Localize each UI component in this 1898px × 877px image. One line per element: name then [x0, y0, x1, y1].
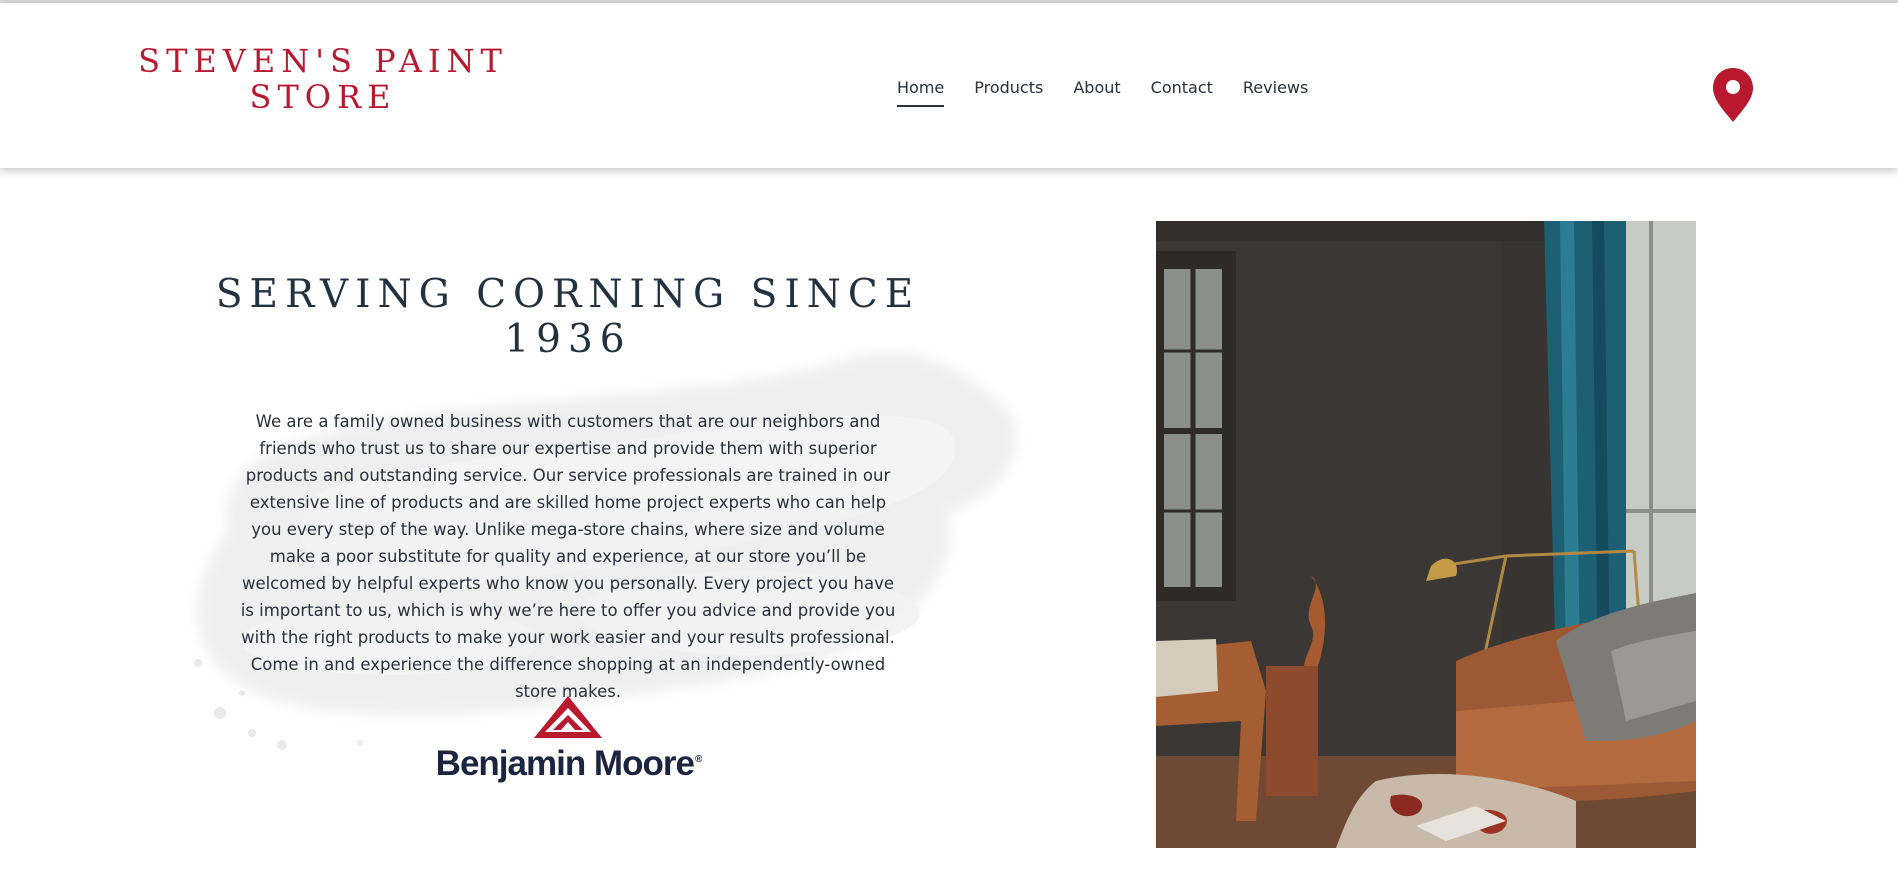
- main-nav: Home Products About Contact Reviews: [897, 78, 1308, 107]
- hero-title: SERVING CORNING SINCE 1936: [215, 272, 921, 362]
- benjamin-moore-logo[interactable]: Benjamin Moore®: [416, 688, 721, 798]
- living-room-photo: [1156, 221, 1696, 848]
- nav-products[interactable]: Products: [974, 78, 1043, 101]
- nav-contact[interactable]: Contact: [1151, 78, 1213, 101]
- hero-paragraph: We are a family owned business with cust…: [240, 411, 896, 701]
- site-header: STEVEN'S PAINT STORE Home Products About…: [0, 3, 1898, 168]
- nav-home[interactable]: Home: [897, 78, 945, 107]
- brand-logo-text: Benjamin Moore: [435, 744, 695, 783]
- nav-reviews[interactable]: Reviews: [1243, 78, 1308, 101]
- brand-logo-mark: ®: [694, 754, 702, 766]
- hero-section: SERVING CORNING SINCE 1936 We are a fami…: [0, 168, 1898, 877]
- nav-about[interactable]: About: [1073, 78, 1120, 101]
- benjamin-moore-wordmark: Benjamin Moore®: [416, 744, 721, 784]
- store-logo-text[interactable]: STEVEN'S PAINT STORE: [118, 43, 528, 115]
- map-pin-icon[interactable]: [1712, 67, 1754, 123]
